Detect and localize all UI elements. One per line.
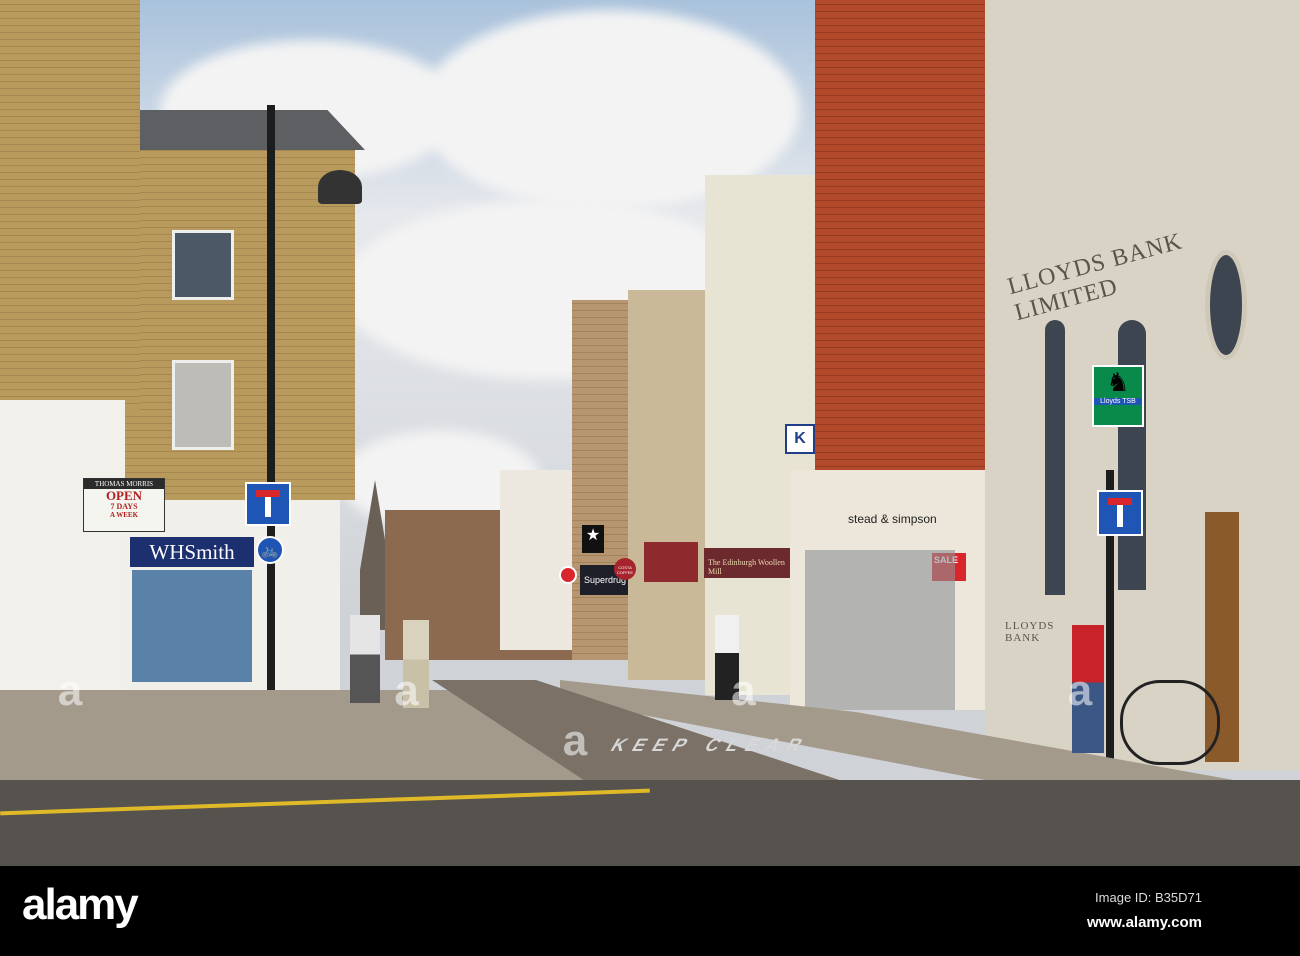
distant-red-building [440, 490, 500, 640]
no-through-road-sign-icon [1097, 490, 1143, 536]
bank-window [1045, 320, 1065, 595]
roof [115, 110, 365, 150]
round-window [1205, 250, 1247, 360]
stead-simpson-sign: stead & simpson [848, 512, 937, 526]
bank-window [1118, 320, 1146, 590]
shop-sign-red [644, 542, 698, 582]
street-photo: Superdrug ★ COSTA COFFEE The Edinburgh W… [0, 0, 1300, 866]
building-costa [628, 290, 708, 680]
open-label: OPEN [105, 488, 143, 503]
window [172, 360, 234, 450]
week-label: A WEEK [109, 511, 139, 519]
alamy-footer: alamy Image ID: B35D71 www.alamy.com [0, 866, 1300, 956]
whsmith-sign: WHSmith [130, 537, 254, 567]
no-entry-sign-icon [559, 566, 577, 584]
woollen-mill-sign: The Edinburgh Woollen Mill [704, 548, 804, 578]
red-brick-building [815, 0, 995, 480]
window [172, 230, 234, 300]
lamp-icon [318, 170, 362, 204]
lloyds-tsb-label: Lloyds TSB [1094, 398, 1142, 405]
cycle-route-sign-icon: 🚲 [256, 536, 284, 564]
k-shop-sign: K [785, 424, 815, 454]
alamy-logo: alamy [22, 880, 139, 929]
alamy-watermark: a a a a a [57, 666, 1243, 765]
white-building [500, 470, 575, 650]
no-through-road-sign-icon [245, 482, 291, 526]
newsagent-sign: THOMAS MORRIS OPEN 7 DAYS A WEEK [83, 478, 165, 532]
road [0, 780, 1300, 866]
costa-sign: COSTA COFFEE [614, 558, 636, 580]
alamy-url[interactable]: www.alamy.com [1087, 914, 1202, 931]
star-sign-icon: ★ [582, 525, 604, 553]
left-brick-building [0, 0, 140, 410]
building-superdrug [572, 300, 632, 660]
black-horse-icon: ♞ [1106, 367, 1130, 397]
image-id: Image ID: B35D71 [1095, 890, 1202, 905]
days-label: 7 DAYS [110, 502, 138, 511]
lloyds-tsb-sign: ♞ Lloyds TSB [1092, 365, 1144, 427]
